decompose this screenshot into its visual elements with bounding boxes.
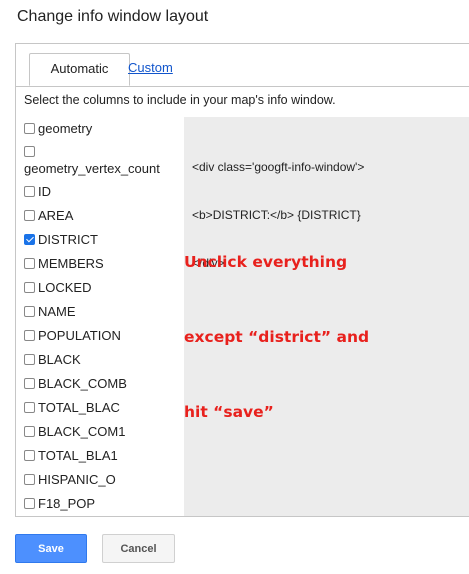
instructions-text: Select the columns to include in your ma…: [24, 93, 336, 107]
column-option[interactable]: MEMBERS: [24, 256, 104, 271]
column-checkbox[interactable]: [24, 498, 35, 509]
column-option[interactable]: ID: [24, 184, 51, 199]
handwritten-annotation: Unclick everything except “district” and…: [184, 200, 369, 475]
column-label: F18_POP: [38, 496, 96, 511]
column-label: TOTAL_BLA1: [38, 448, 118, 463]
dialog-title: Change info window layout: [17, 8, 209, 25]
column-label: geometry_vertex_count: [24, 161, 160, 176]
column-checkbox[interactable]: [24, 426, 35, 437]
annotation-line: hit “save”: [184, 403, 274, 421]
column-option[interactable]: LOCKED: [24, 280, 91, 295]
column-checkbox[interactable]: [24, 306, 35, 317]
column-option[interactable]: HISPANIC_O: [24, 472, 116, 487]
column-label: POPULATION: [38, 328, 121, 343]
column-checkbox[interactable]: [24, 234, 35, 245]
column-checkbox[interactable]: [24, 330, 35, 341]
column-option[interactable]: NAME: [24, 304, 76, 319]
column-label: ID: [38, 184, 51, 199]
tab-automatic[interactable]: Automatic: [29, 53, 130, 86]
layout-panel: Automatic Custom Select the columns to i…: [15, 43, 469, 517]
column-list: geometry geometry_vertex_count ID AREA DISTR…: [24, 117, 184, 516]
column-label: geometry: [38, 121, 93, 136]
column-checkbox[interactable]: [24, 402, 35, 413]
column-label: LOCKED: [38, 280, 92, 295]
column-label: NAME: [38, 304, 76, 319]
column-checkbox[interactable]: [24, 123, 35, 134]
column-label: MEMBERS: [38, 256, 104, 271]
tab-bar: Automatic Custom: [16, 44, 469, 87]
column-label: BLACK: [38, 352, 81, 367]
annotation-line: except “district” and: [184, 328, 370, 346]
column-option[interactable]: geometry: [24, 121, 92, 136]
column-label: DISTRICT: [38, 232, 98, 247]
column-option[interactable]: TOTAL_BLA1: [24, 448, 118, 463]
column-option[interactable]: TOTAL_BLAC: [24, 400, 120, 415]
column-label: HISPANIC_O: [38, 472, 116, 487]
column-option[interactable]: BLACK_COMB: [24, 376, 127, 391]
column-checkbox[interactable]: [24, 474, 35, 485]
column-checkbox[interactable]: [24, 378, 35, 389]
annotation-line: Unclick everything: [184, 253, 348, 271]
column-option[interactable]: BLACK_COM1: [24, 424, 125, 439]
column-checkbox[interactable]: [24, 186, 35, 197]
column-option[interactable]: F18_POP: [24, 496, 95, 511]
column-label: TOTAL_BLAC: [38, 400, 120, 415]
save-button[interactable]: Save: [15, 534, 87, 563]
column-label: BLACK_COM1: [38, 424, 126, 439]
code-line: <div class='googft-info-window'>: [192, 160, 365, 174]
column-option[interactable]: DISTRICT: [24, 232, 98, 247]
column-option[interactable]: geometry_vertex_count: [24, 146, 160, 176]
column-checkbox[interactable]: [24, 450, 35, 461]
column-checkbox[interactable]: [24, 354, 35, 365]
tab-custom[interactable]: Custom: [128, 60, 173, 75]
column-checkbox[interactable]: [24, 282, 35, 293]
info-window-preview: <div class='googft-info-window'> <b>DIST…: [184, 117, 469, 516]
column-option[interactable]: POPULATION: [24, 328, 121, 343]
column-label: BLACK_COMB: [38, 376, 127, 391]
cancel-button[interactable]: Cancel: [102, 534, 175, 563]
column-checkbox[interactable]: [24, 258, 35, 269]
column-option[interactable]: BLACK: [24, 352, 81, 367]
column-label: AREA: [38, 208, 74, 223]
column-checkbox[interactable]: [24, 146, 35, 157]
column-option[interactable]: AREA: [24, 208, 73, 223]
column-checkbox[interactable]: [24, 210, 35, 221]
